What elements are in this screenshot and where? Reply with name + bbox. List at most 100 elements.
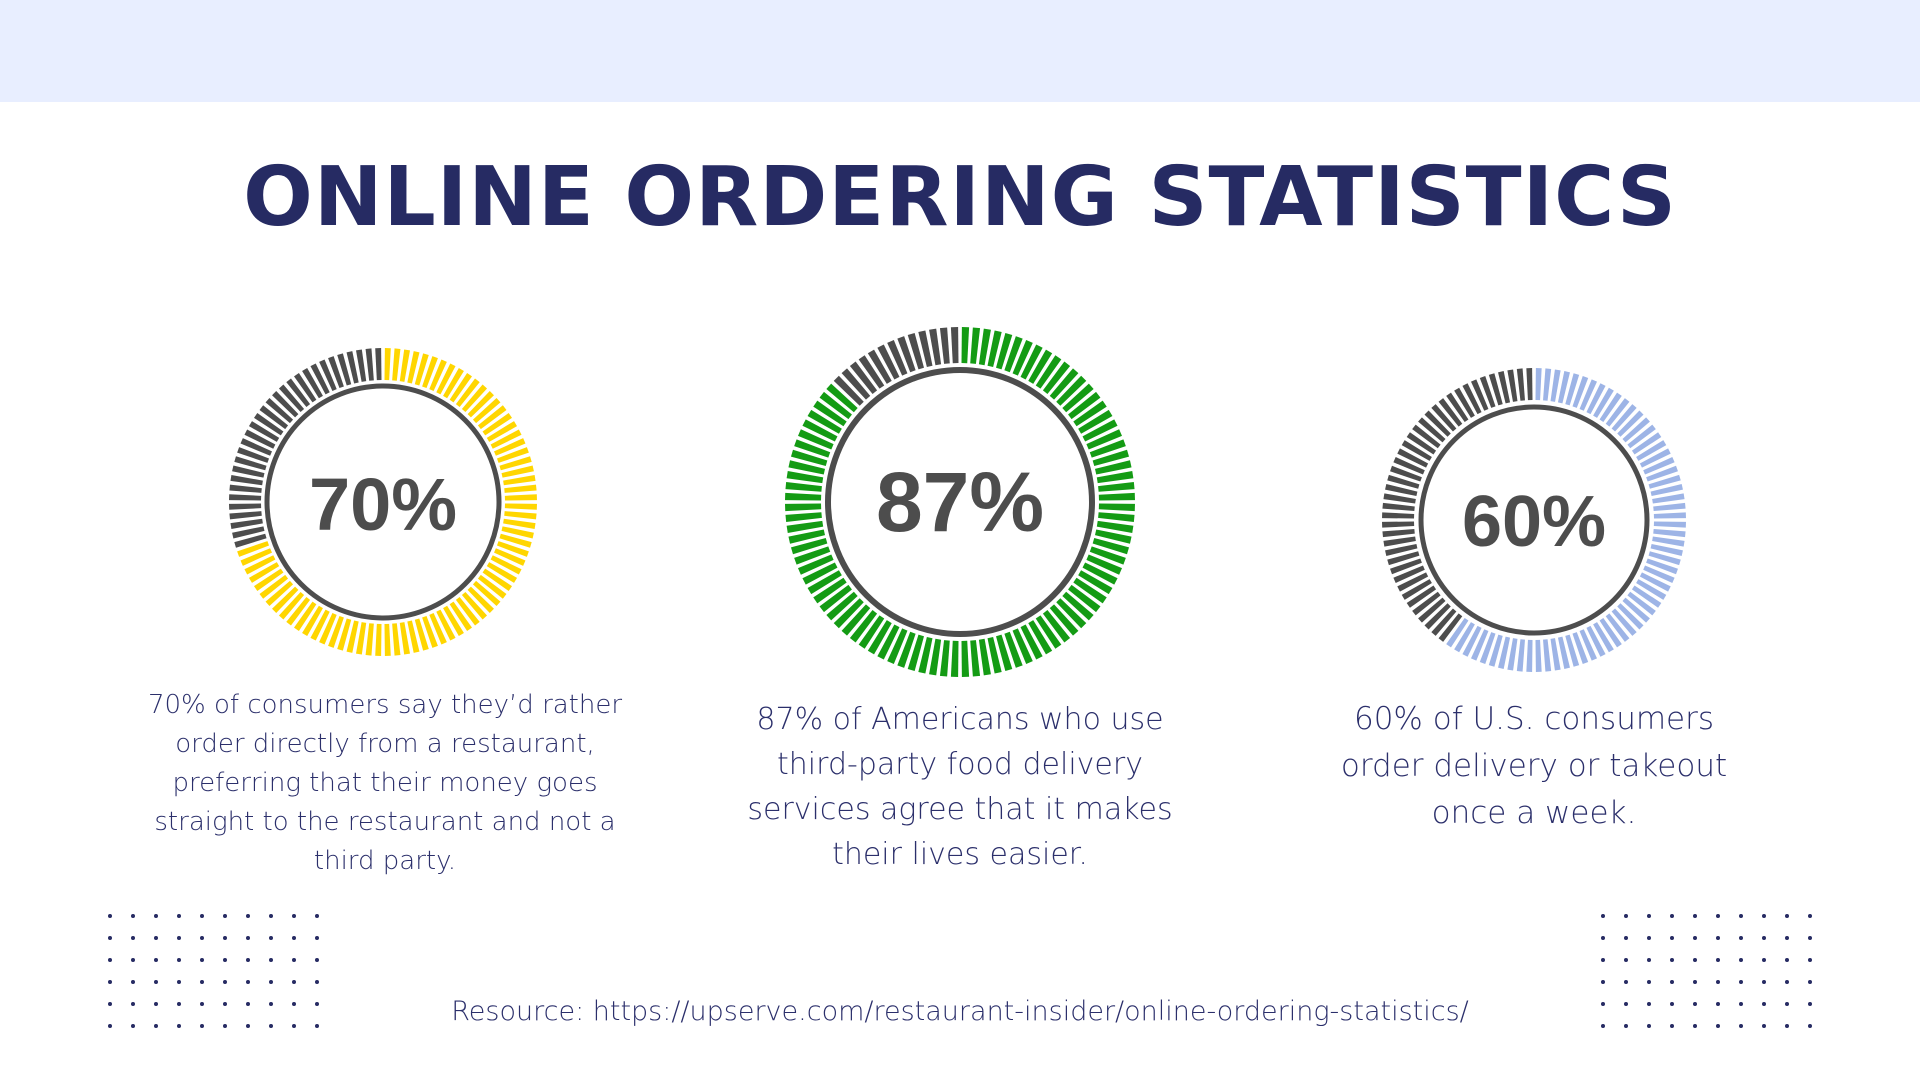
dot [200,936,204,940]
gauge-segment-empty [375,348,382,381]
dot [1739,980,1743,984]
dot [223,980,227,984]
gauge-segment-filled [1543,368,1552,401]
gauge-segment-filled [1535,368,1542,401]
dot [1739,936,1743,940]
dot [177,958,181,962]
dot [1647,936,1651,940]
dot [1601,958,1605,962]
dot [1716,914,1720,918]
dot [1762,958,1766,962]
gauge-label: 60% [1462,482,1606,562]
dot [1670,914,1674,918]
gauge-segment-empty [229,511,262,520]
gauge-segment-filled [1535,639,1542,672]
gauge-segment-filled [504,494,537,501]
gauge-segment-filled [961,327,970,364]
dot [154,980,158,984]
dot [1693,958,1697,962]
dot [177,936,181,940]
gauge-segment-empty [1382,502,1415,511]
dot [131,914,135,918]
gauge-segment-filled [961,640,970,677]
gauge-segment-filled [1653,521,1686,528]
stat-description: 70% of consumers say they’d rather order… [147,690,623,876]
dot [1693,914,1697,918]
gauge-segment-empty [950,327,959,364]
gauge-segment-filled [1098,481,1135,492]
dot [1647,958,1651,962]
dot [292,936,296,940]
dot [292,980,296,984]
gauge-segment-filled [1526,639,1533,672]
dot [1624,936,1628,940]
gauge-segment-filled [1653,529,1686,538]
dot [131,936,135,940]
dot [1716,980,1720,984]
dot [1647,914,1651,918]
dot [315,914,319,918]
dot [269,958,273,962]
dot [269,914,273,918]
dot [1601,936,1605,940]
gauge-segment-filled [375,623,382,656]
dot [315,980,319,984]
gauge-segment-filled [785,492,822,501]
dot [1785,914,1789,918]
dot [1716,936,1720,940]
gauge-label: 87% [876,455,1044,549]
gauge-segment-filled [785,481,822,492]
gauge-segment-filled [504,511,537,520]
dot [315,936,319,940]
gauge-segment-filled [785,512,822,523]
gauge-segment-filled [504,503,537,510]
dot [108,936,112,940]
dot [1670,936,1674,940]
dot [246,980,250,984]
gauge-segment-empty [939,327,950,364]
dot [1808,936,1812,940]
gauge-segment-filled [939,640,950,677]
gauge-segment-filled [1098,512,1135,523]
dot [223,958,227,962]
dot [1785,958,1789,962]
dot [246,914,250,918]
dot [200,980,204,984]
dot [1762,914,1766,918]
gauge-segment-filled [392,348,401,381]
dot [1624,958,1628,962]
dot [1808,958,1812,962]
dot [177,914,181,918]
gauge-segment-filled [365,623,374,656]
dot [1762,936,1766,940]
dot [246,936,250,940]
dot [154,914,158,918]
resource-link[interactable]: Resource: https://upserve.com/restaurant… [0,996,1920,1027]
gauge-segment-filled [1653,502,1686,511]
dot [269,980,273,984]
gauge-segment-filled [1653,512,1686,519]
dot [1739,914,1743,918]
dot [177,980,181,984]
gauge-segment-empty [229,503,262,510]
dot [315,958,319,962]
dot [1624,914,1628,918]
gauge-label: 70% [309,463,457,546]
gauge-segment-filled [1098,503,1135,512]
dot [1762,980,1766,984]
gauge-segment-filled [384,623,391,656]
stat-description: 60% of U.S. consumers order delivery or … [1340,701,1728,831]
gauge-segment-filled [1516,639,1525,672]
gauge-segment-empty [1382,512,1415,519]
dot [269,936,273,940]
gauge-segment-empty [365,348,374,381]
dot [1693,980,1697,984]
gauge-segment-empty [1382,529,1415,538]
dot [108,958,112,962]
gauge-segment-filled [785,503,822,512]
dot [1670,980,1674,984]
gauge-segment-filled [970,640,981,677]
dot [131,980,135,984]
gauge-segment-filled [970,327,981,364]
gauge-segment-filled [392,623,401,656]
